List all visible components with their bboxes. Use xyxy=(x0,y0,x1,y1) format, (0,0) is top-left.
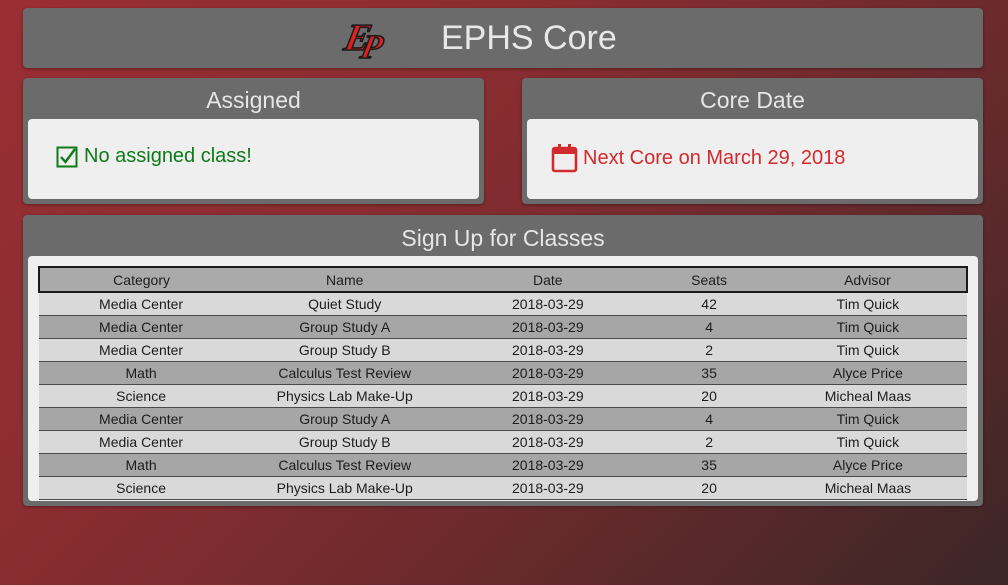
signup-title: Sign Up for Classes xyxy=(401,225,605,251)
app-title: EPHS Core xyxy=(441,19,617,57)
cell-name: Physics Lab Make-Up xyxy=(243,384,447,408)
cell-advisor: Micheal Maas xyxy=(768,476,967,500)
cell-seats: 20 xyxy=(649,476,769,500)
table-header-row: Category Name Date Seats Advisor xyxy=(37,266,969,293)
cell-seats: 2 xyxy=(649,430,769,454)
next-core-text: Next Core on March 29, 2018 xyxy=(583,146,846,169)
cell-date: 2018-03-29 xyxy=(446,384,650,408)
column-header-category[interactable]: Category xyxy=(37,266,244,293)
cell-advisor: Alyce Price xyxy=(768,361,967,385)
cell-name: Calculus Test Review xyxy=(243,361,447,385)
cell-category: Media Center xyxy=(39,292,244,316)
table-row[interactable]: Science Physics Lab Make-Up 2018-03-29 2… xyxy=(39,384,967,408)
cell-advisor: Tim Quick xyxy=(768,338,967,362)
cell-date: 2018-03-29 xyxy=(446,476,650,500)
cell-date: 2018-03-29 xyxy=(446,407,650,431)
cell-seats: 4 xyxy=(649,315,769,339)
cell-date: 2018-03-29 xyxy=(446,361,650,385)
signup-content[interactable]: Category Name Date Seats Advisor Media C… xyxy=(28,256,978,501)
calendar-icon xyxy=(551,144,578,173)
cell-category: Math xyxy=(39,453,244,477)
cell-date: 2018-03-29 xyxy=(446,453,650,477)
table-row[interactable]: Media Center Group Study A 2018-03-29 4 … xyxy=(39,407,967,431)
cell-advisor: Micheal Maas xyxy=(768,384,967,408)
column-header-seats[interactable]: Seats xyxy=(649,266,769,293)
table-row[interactable]: Media Center Group Study B 2018-03-29 2 … xyxy=(39,430,967,454)
column-header-date[interactable]: Date xyxy=(446,266,650,293)
cell-name: Physics Lab Make-Up xyxy=(243,476,447,500)
cell-name: Calculus Test Review xyxy=(243,453,447,477)
cell-name: Group Study B xyxy=(243,338,447,362)
core-date-title: Core Date xyxy=(700,87,805,113)
signup-panel: Sign Up for Classes Category Name Date S… xyxy=(23,215,983,506)
classes-table: Category Name Date Seats Advisor Media C… xyxy=(37,266,969,500)
cell-seats: 35 xyxy=(649,361,769,385)
assigned-content: No assigned class! xyxy=(28,119,479,199)
cell-advisor: Tim Quick xyxy=(768,315,967,339)
next-core: Next Core on March 29, 2018 xyxy=(551,143,845,173)
cell-name: Group Study B xyxy=(243,430,447,454)
table-row[interactable]: Math Calculus Test Review 2018-03-29 35 … xyxy=(39,361,967,385)
assigned-title: Assigned xyxy=(206,87,301,113)
table-row[interactable]: Media Center Quiet Study 2018-03-29 42 T… xyxy=(39,292,967,316)
cell-name: Quiet Study xyxy=(243,292,447,316)
cell-advisor: Tim Quick xyxy=(768,407,967,431)
cell-name: Group Study A xyxy=(243,407,447,431)
core-date-panel: Core Date Next Core on March 29, 2018 xyxy=(522,78,983,204)
cell-date: 2018-03-29 xyxy=(446,292,650,316)
cell-name: Group Study A xyxy=(243,315,447,339)
cell-seats: 20 xyxy=(649,384,769,408)
table-row[interactable]: Media Center Group Study A 2018-03-29 4 … xyxy=(39,315,967,339)
ep-logo: E P xyxy=(341,17,388,64)
core-date-content: Next Core on March 29, 2018 xyxy=(527,119,978,199)
cell-category: Science xyxy=(39,384,244,408)
cell-date: 2018-03-29 xyxy=(446,430,650,454)
cell-seats: 42 xyxy=(649,292,769,316)
cell-seats: 2 xyxy=(649,338,769,362)
assigned-status-text: No assigned class! xyxy=(84,145,252,167)
cell-category: Science xyxy=(39,476,244,500)
cell-category: Media Center xyxy=(39,407,244,431)
cell-advisor: Alyce Price xyxy=(768,453,967,477)
column-header-advisor[interactable]: Advisor xyxy=(768,266,969,293)
cell-advisor: Tim Quick xyxy=(768,430,967,454)
cell-seats: 4 xyxy=(649,407,769,431)
table-row[interactable]: Math Calculus Test Review 2018-03-29 35 … xyxy=(39,453,967,477)
column-header-name[interactable]: Name xyxy=(243,266,447,293)
cell-advisor: Tim Quick xyxy=(768,292,967,316)
cell-category: Media Center xyxy=(39,315,244,339)
cell-seats: 35 xyxy=(649,453,769,477)
cell-category: Media Center xyxy=(39,430,244,454)
table-row[interactable]: Media Center Group Study B 2018-03-29 2 … xyxy=(39,338,967,362)
table-row[interactable]: Science Physics Lab Make-Up 2018-03-29 2… xyxy=(39,476,967,500)
cell-category: Media Center xyxy=(39,338,244,362)
header-bar: E P EPHS Core xyxy=(23,8,983,68)
checkbox-icon xyxy=(56,146,78,167)
assigned-status: No assigned class! xyxy=(56,145,252,168)
cell-date: 2018-03-29 xyxy=(446,338,650,362)
assigned-panel: Assigned No assigned class! xyxy=(23,78,484,204)
cell-category: Math xyxy=(39,361,244,385)
cell-date: 2018-03-29 xyxy=(446,315,650,339)
